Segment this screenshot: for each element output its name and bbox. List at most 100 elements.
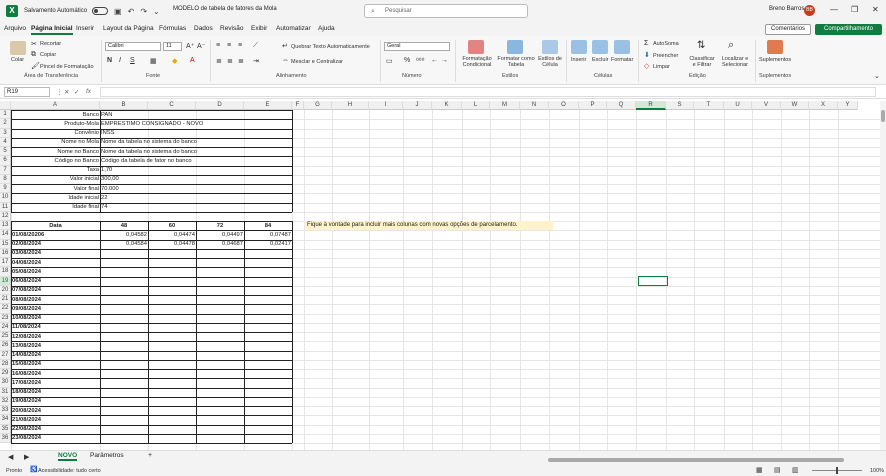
info-label[interactable]: Convênio: [12, 129, 100, 137]
sheet-tab-novo[interactable]: NOVO: [58, 452, 78, 461]
selected-cell[interactable]: [638, 276, 668, 286]
row-header-20[interactable]: 20: [0, 285, 11, 295]
info-label[interactable]: Idade final: [12, 203, 99, 211]
column-header-s[interactable]: S: [666, 101, 694, 110]
date-cell[interactable]: 15/08/2024: [12, 360, 99, 368]
row-header-26[interactable]: 26: [0, 341, 11, 351]
save-icon[interactable]: ▣: [114, 7, 122, 16]
column-header-j[interactable]: J: [403, 101, 432, 110]
align-right-icon[interactable]: ≣: [238, 57, 244, 65]
date-cell[interactable]: 02/08/2024: [12, 240, 99, 248]
column-header-l[interactable]: L: [462, 101, 490, 110]
format-cells-icon[interactable]: [614, 40, 630, 54]
info-label[interactable]: Banco: [12, 111, 99, 119]
paste-label[interactable]: Colar: [11, 57, 24, 63]
indent-icon[interactable]: ⇥: [253, 57, 259, 65]
align-center-icon[interactable]: ≣: [227, 57, 233, 65]
column-header-d[interactable]: D: [196, 101, 244, 110]
factor-cell[interactable]: 0,04474: [149, 231, 195, 239]
column-header-h[interactable]: H: [332, 101, 369, 110]
conditional-format-icon[interactable]: [468, 40, 484, 54]
info-value[interactable]: INSS: [101, 129, 243, 137]
column-header-e[interactable]: E: [244, 101, 292, 110]
column-header-r[interactable]: R: [636, 101, 666, 110]
date-cell[interactable]: 05/08/2024: [12, 268, 99, 276]
row-header-19[interactable]: 19: [0, 276, 11, 286]
column-header-f[interactable]: F: [292, 101, 304, 110]
row-header-10[interactable]: 10: [0, 193, 11, 203]
zoom-slider-thumb[interactable]: [836, 467, 838, 474]
copy-icon[interactable]: ⧉: [31, 51, 36, 59]
row-header-6[interactable]: 6: [0, 156, 11, 166]
search-box[interactable]: ⌕ Pesquisar: [364, 4, 528, 18]
info-value[interactable]: Código da tabela de fator no banco: [101, 157, 243, 165]
wrap-text-icon[interactable]: ↵: [282, 42, 288, 50]
sheet-tab-parametros[interactable]: Parâmetros: [90, 452, 124, 459]
date-cell[interactable]: 17/08/2024: [12, 379, 99, 387]
info-label[interactable]: Taxa: [12, 166, 99, 174]
user-name[interactable]: Breno Barros: [769, 6, 804, 12]
sort-filter-label[interactable]: Classificar e Filtrar: [689, 56, 715, 68]
horizontal-scroll-thumb[interactable]: [548, 458, 844, 462]
column-header-v[interactable]: V: [752, 101, 781, 110]
menu-ajuda[interactable]: Ajuda: [318, 25, 335, 32]
comments-button[interactable]: Comentários: [765, 24, 811, 35]
maximize-icon[interactable]: ❐: [851, 5, 858, 14]
row-header-36[interactable]: 36: [0, 433, 11, 443]
table-header[interactable]: 60: [149, 222, 195, 230]
insert-cells-label[interactable]: Inserir: [571, 57, 586, 63]
factor-cell[interactable]: 0,04582: [101, 231, 147, 239]
row-header-32[interactable]: 32: [0, 396, 11, 406]
format-painter-icon[interactable]: 🖌: [31, 62, 40, 70]
info-value[interactable]: 74: [101, 203, 243, 211]
date-cell[interactable]: 10/08/2024: [12, 314, 99, 322]
column-header-n[interactable]: N: [520, 101, 549, 110]
menu-revisao[interactable]: Revisão: [220, 25, 243, 32]
font-name-combo[interactable]: Calibri: [105, 42, 161, 51]
date-cell[interactable]: 13/08/2024: [12, 342, 99, 350]
minimize-icon[interactable]: —: [830, 5, 838, 14]
merge-icon[interactable]: ⇔: [282, 57, 289, 64]
row-header-24[interactable]: 24: [0, 322, 11, 332]
avatar[interactable]: BB: [804, 5, 815, 16]
row-header-23[interactable]: 23: [0, 313, 11, 323]
column-header-c[interactable]: C: [148, 101, 196, 110]
table-header[interactable]: Data: [12, 222, 99, 230]
align-middle-icon[interactable]: ≡: [227, 42, 231, 49]
row-header-15[interactable]: 15: [0, 239, 11, 249]
zoom-level[interactable]: 100%: [870, 468, 884, 474]
row-header-4[interactable]: 4: [0, 137, 11, 147]
column-header-a[interactable]: A: [11, 101, 100, 110]
menu-pagina-inicial[interactable]: Página Inicial: [31, 25, 73, 35]
copy-label[interactable]: Copiar: [40, 52, 56, 58]
page-layout-icon[interactable]: ▤: [774, 466, 781, 474]
name-box[interactable]: R19: [4, 87, 50, 97]
align-top-icon[interactable]: ≡: [216, 42, 220, 49]
sort-filter-icon[interactable]: ⇅: [697, 40, 705, 51]
formula-input[interactable]: [100, 87, 876, 97]
format-table-label[interactable]: Formatar como Tabela: [496, 56, 536, 68]
row-header-7[interactable]: 7: [0, 165, 11, 175]
customize-toolbar-icon[interactable]: ⌄: [153, 7, 160, 16]
column-header-u[interactable]: U: [724, 101, 752, 110]
date-cell[interactable]: 23/08/2024: [12, 434, 99, 442]
date-cell[interactable]: 09/08/2024: [12, 305, 99, 313]
cut-icon[interactable]: ✂: [31, 40, 37, 48]
row-header-11[interactable]: 11: [0, 202, 11, 212]
column-header-t[interactable]: T: [694, 101, 724, 110]
shrink-font-icon[interactable]: A⁻: [197, 42, 205, 50]
menu-exibir[interactable]: Exibir: [251, 25, 267, 32]
date-cell[interactable]: 06/08/2024: [12, 277, 99, 285]
date-cell[interactable]: 11/08/2024: [12, 323, 99, 331]
row-header-16[interactable]: 16: [0, 248, 11, 258]
row-header-22[interactable]: 22: [0, 304, 11, 314]
column-header-i[interactable]: I: [369, 101, 403, 110]
menu-layout[interactable]: Layout da Página: [103, 25, 154, 32]
row-header-33[interactable]: 33: [0, 406, 11, 416]
menu-formulas[interactable]: Fórmulas: [159, 25, 186, 32]
accessibility-status[interactable]: Acessibilidade: tudo certo: [38, 468, 101, 474]
info-value[interactable]: 300,00: [101, 175, 243, 183]
find-icon[interactable]: ⌕: [728, 39, 734, 52]
share-button[interactable]: Compartilhamento: [815, 24, 882, 35]
info-value[interactable]: EMPRESTIMO CONSIGNADO - NOVO: [101, 120, 243, 128]
